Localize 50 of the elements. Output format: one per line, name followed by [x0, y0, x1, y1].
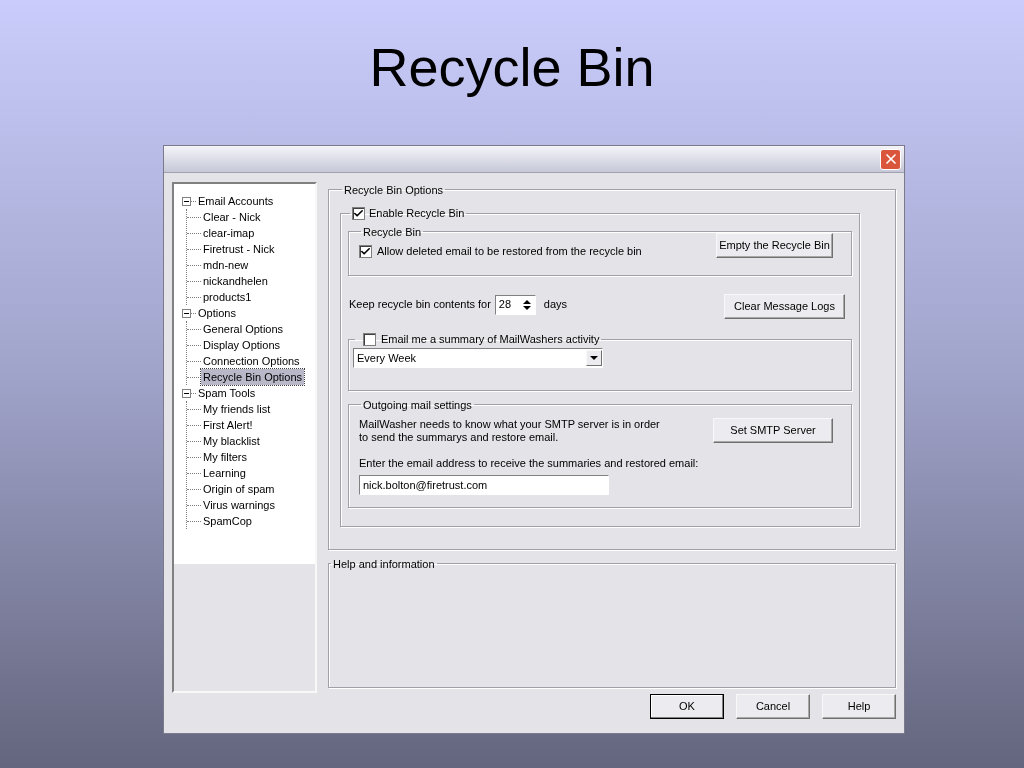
tree-item[interactable]: nickandhelen	[201, 272, 270, 290]
tree-item[interactable]: Firetrust - Nick	[201, 240, 277, 258]
tree-item[interactable]: Spam Tools	[197, 384, 257, 402]
group-title: Help and information	[333, 558, 435, 570]
dialog-button[interactable]: OK	[650, 694, 724, 719]
collapse-toggle-icon[interactable]	[182, 196, 191, 206]
clear-message-logs-button[interactable]: Clear Message Logs	[724, 294, 845, 319]
tree-item[interactable]: Origin of spam	[201, 480, 277, 498]
field-label: days	[543, 297, 568, 313]
field-label: Keep recycle bin contents for	[349, 297, 491, 313]
field-label: Enter the email address to receive the summaries and restored email:	[359, 456, 700, 471]
group-title: Recycle Bin Options	[344, 184, 444, 196]
smtp-description: MailWasher needs to know what your SMTP server is in order to send the summarys and restore email.	[359, 418, 660, 444]
tree-item[interactable]: Options	[197, 304, 237, 322]
tree-item[interactable]: Recycle Bin Options	[201, 368, 305, 386]
tree-item[interactable]: Virus warnings	[201, 496, 277, 514]
checkbox[interactable]	[363, 333, 376, 346]
checkbox-label: Email me a summary of MailWashers activity	[381, 333, 600, 346]
tree-item[interactable]: Display Options	[201, 336, 283, 354]
spin-field[interactable]: 28	[494, 294, 536, 315]
set-smtp-server-button[interactable]: Set SMTP Server	[713, 418, 833, 443]
dialog-button[interactable]: Help	[822, 694, 896, 719]
checkbox-label: Allow deleted email to be restored from the recycle bin	[377, 244, 642, 259]
down-arrow-icon[interactable]	[522, 305, 531, 310]
group-title: Outgoing mail settings	[363, 399, 472, 411]
up-arrow-icon[interactable]	[522, 299, 531, 304]
tree-item[interactable]: clear-imap	[201, 224, 257, 242]
tree-item[interactable]: Learning	[201, 464, 248, 482]
collapse-toggle-icon[interactable]	[182, 308, 191, 318]
collapse-toggle-icon[interactable]	[182, 388, 191, 398]
frequency-dropdown[interactable]: Every Week	[353, 348, 603, 368]
tree-item[interactable]: SpamCop	[201, 512, 254, 530]
checkbox-label: Enable Recycle Bin	[369, 207, 465, 220]
tree-item[interactable]: My friends list	[201, 400, 273, 418]
group-title: Recycle Bin	[363, 226, 422, 238]
tree-item[interactable]: mdn-new	[201, 256, 251, 274]
tree-item[interactable]: Clear - Nick	[201, 208, 263, 226]
tree-item[interactable]: Email Accounts	[197, 192, 275, 210]
tree-item[interactable]: products1	[201, 288, 254, 306]
tree-item[interactable]: My filters	[201, 448, 249, 466]
tree-item[interactable]: Connection Options	[201, 352, 302, 370]
tree-item[interactable]: First Alert!	[201, 416, 255, 434]
email-input[interactable]: nick.bolton@firetrust.com	[359, 474, 609, 495]
checkbox[interactable]	[359, 244, 372, 258]
tree-item[interactable]: My blacklist	[201, 432, 262, 450]
checkbox[interactable]	[352, 207, 365, 220]
dialog-button[interactable]: Cancel	[736, 694, 810, 719]
close-button[interactable]	[880, 148, 901, 170]
empty-recycle-bin-button[interactable]: Empty the Recycle Bin	[716, 233, 833, 258]
tree-item[interactable]: General Options	[201, 320, 286, 338]
